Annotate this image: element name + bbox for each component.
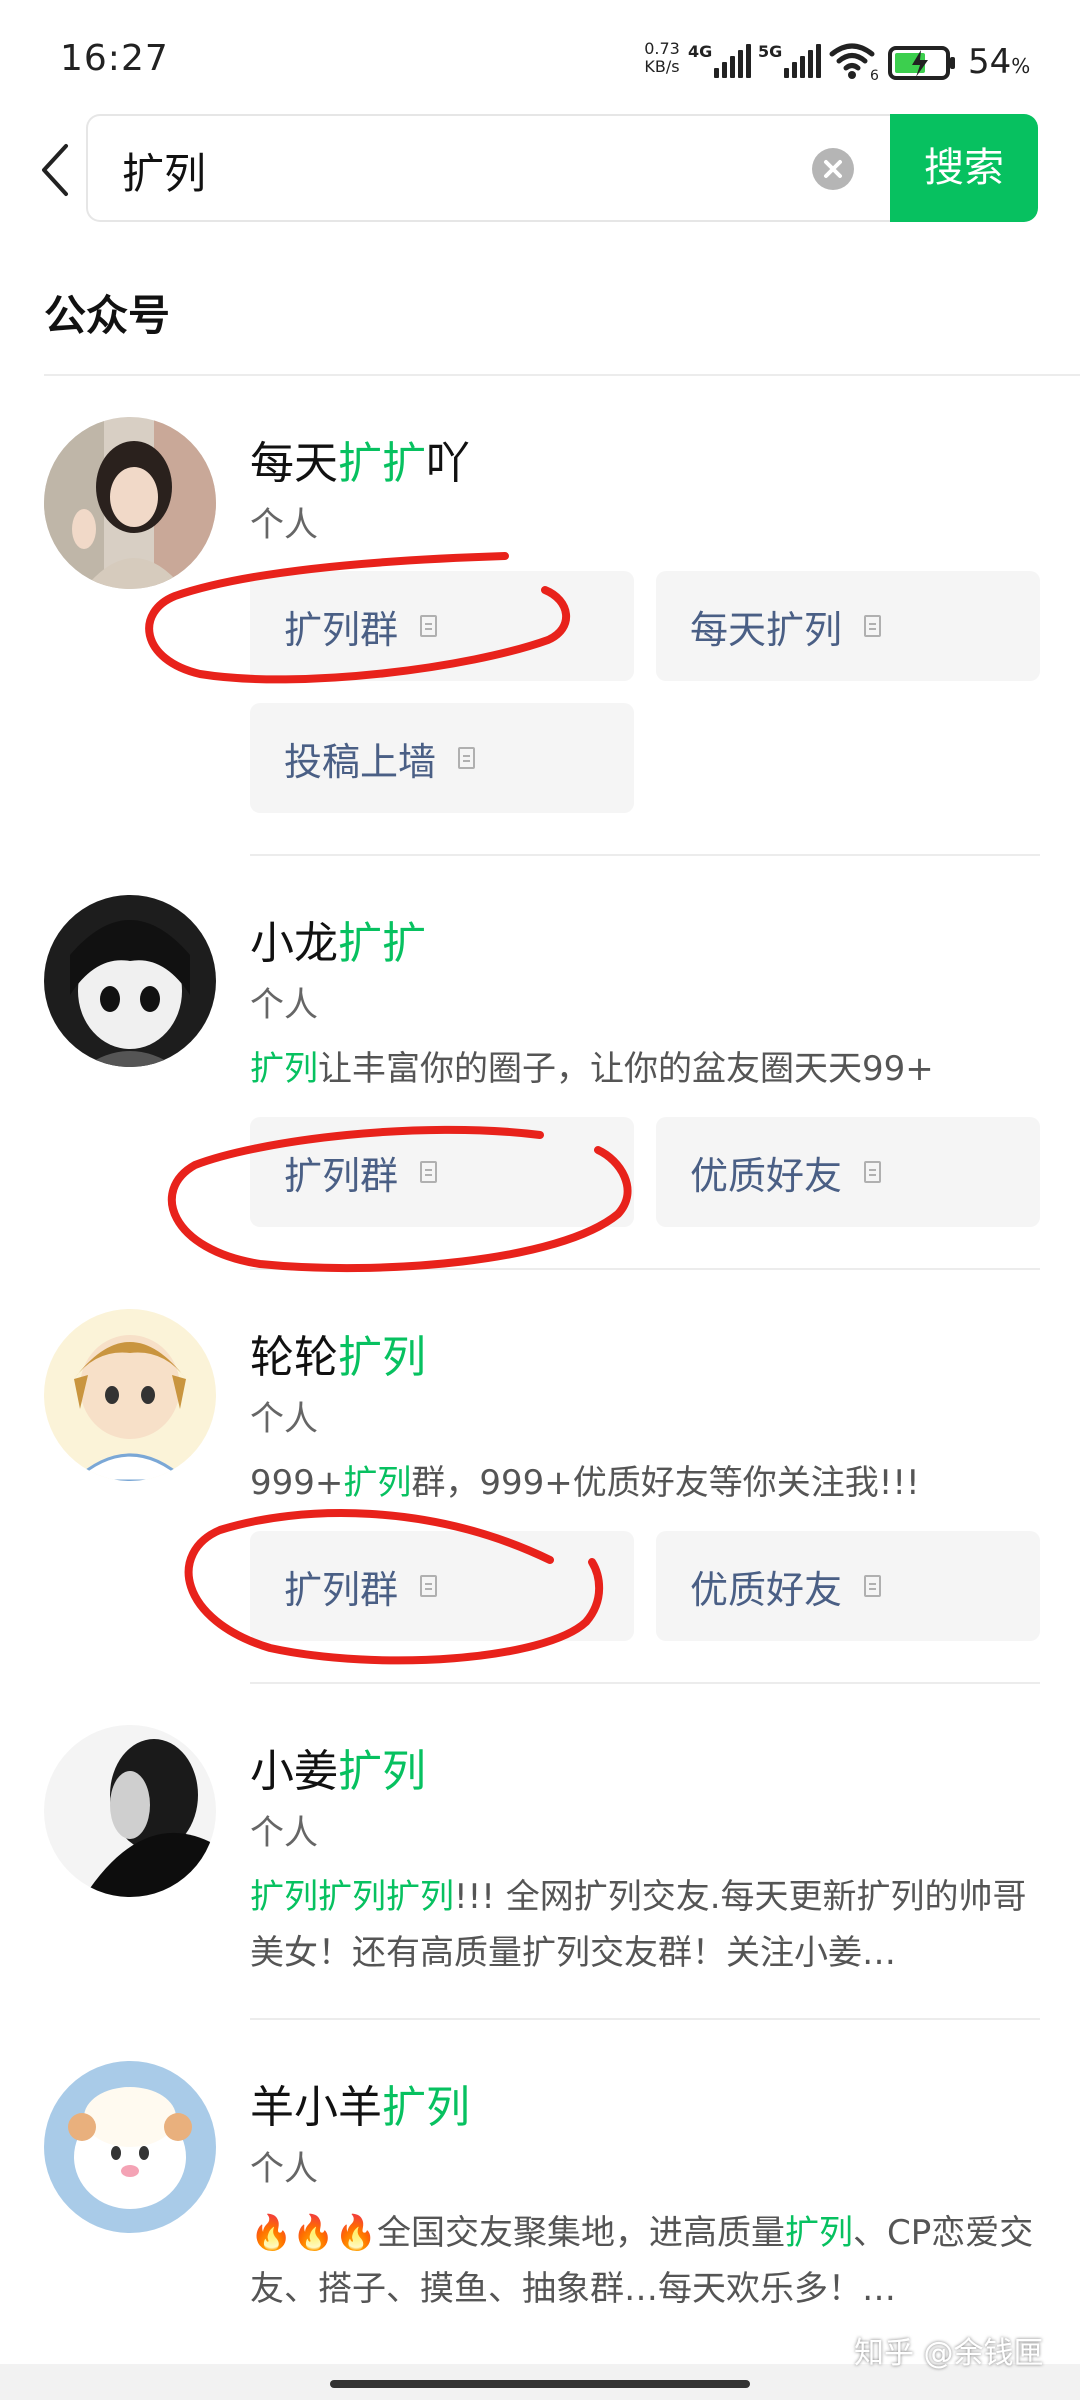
account-description: 🔥🔥🔥全国交友聚集地，进高质量扩列、CP恋爱交友、搭子、摸鱼、抽象群…每天欢乐多… (250, 2205, 1040, 2317)
network-speed-unit: KB/s (644, 57, 680, 76)
document-icon (864, 1161, 882, 1183)
result-item[interactable]: 小姜扩列 个人 扩列扩列扩列!!! 全网扩列交友.每天更新扩列的帅哥美女！还有高… (0, 1713, 1080, 2013)
search-button[interactable]: 搜索 (890, 114, 1038, 222)
battery-percent: 54% (968, 42, 1030, 82)
name-suffix: 吖 (426, 438, 470, 489)
document-icon (420, 1575, 438, 1597)
chip-label: 投稿上墙 (284, 739, 437, 784)
result-item[interactable]: 羊小羊扩列 个人 🔥🔥🔥全国交友聚集地，进高质量扩列、CP恋爱交友、搭子、摸鱼、… (0, 2049, 1080, 2349)
wifi-icon: 6 (829, 43, 879, 82)
battery-value: 54 (968, 42, 1012, 82)
account-type: 个人 (250, 505, 318, 545)
menu-chip[interactable]: 投稿上墙 (250, 703, 634, 813)
avatar[interactable] (44, 1309, 216, 1481)
clear-search-button[interactable] (812, 148, 854, 190)
home-indicator[interactable] (330, 2380, 750, 2388)
avatar-image (44, 1309, 216, 1481)
result-item[interactable]: 小龙扩扩 个人 扩列让丰富你的圈子，让你的盆友圈天天99+ 扩列群 优质好友 (0, 885, 1080, 1265)
name-highlight: 扩扩 (338, 438, 426, 489)
account-type: 个人 (250, 1813, 318, 1853)
menu-chip[interactable]: 每天扩列 (656, 571, 1040, 681)
document-icon (420, 1161, 438, 1183)
avatar-image (44, 1725, 216, 1897)
signal-bars-icon (784, 44, 821, 78)
menu-chip[interactable]: 扩列群 (250, 1117, 634, 1227)
name-highlight: 扩列 (338, 1332, 426, 1383)
chip-label: 每天扩列 (690, 607, 843, 652)
network-speed: 0.73 KB/s (640, 40, 684, 76)
account-name: 轮轮扩列 (250, 1321, 426, 1385)
name-text: 羊小羊 (250, 2082, 382, 2133)
account-name: 小姜扩列 (250, 1735, 426, 1799)
battery-charging-icon (888, 46, 955, 80)
account-description: 扩列扩列扩列!!! 全网扩列交友.每天更新扩列的帅哥美女！还有高质量扩列交友群！… (250, 1869, 1040, 1981)
description-text: 让丰富你的圈子，让你的盆友圈天天99+ (318, 1049, 934, 1089)
avatar[interactable] (44, 1725, 216, 1897)
search-input[interactable]: 扩列 (86, 114, 892, 222)
close-icon (824, 160, 842, 178)
section-divider (44, 374, 1080, 376)
account-name: 小龙扩扩 (250, 907, 426, 971)
name-text: 轮轮 (250, 1332, 338, 1383)
name-text: 每天 (250, 438, 338, 489)
battery-unit: % (1011, 54, 1031, 78)
chip-label: 扩列群 (284, 1567, 399, 1612)
item-divider (250, 1682, 1040, 1684)
document-icon (864, 615, 882, 637)
account-type: 个人 (250, 985, 318, 1025)
sim1-label: 4G (688, 42, 713, 61)
result-item[interactable]: 每天扩扩吖 个人 扩列群 每天扩列 投稿上墙 (0, 405, 1080, 865)
chip-label: 扩列群 (284, 607, 399, 652)
menu-chip[interactable]: 扩列群 (250, 571, 634, 681)
name-highlight: 扩列 (382, 2082, 470, 2133)
account-description: 999+扩列群，999+优质好友等你关注我!!! (250, 1455, 1040, 1511)
chip-label: 扩列群 (284, 1153, 399, 1198)
avatar-image (44, 895, 216, 1067)
account-type: 个人 (250, 2149, 318, 2189)
description-text: 群，999+优质好友等你关注我!!! (411, 1463, 920, 1503)
chip-label: 优质好友 (690, 1153, 843, 1198)
search-query[interactable]: 扩列 (122, 140, 206, 201)
description-highlight: 扩列 (785, 2213, 854, 2253)
avatar[interactable] (44, 417, 216, 589)
avatar[interactable] (44, 895, 216, 1067)
network-speed-value: 0.73 (644, 39, 680, 58)
menu-chip[interactable]: 优质好友 (656, 1531, 1040, 1641)
item-divider (250, 1268, 1040, 1270)
document-icon (420, 615, 438, 637)
name-text: 小龙 (250, 918, 338, 969)
item-divider (250, 2018, 1040, 2020)
account-name: 每天扩扩吖 (250, 427, 470, 491)
account-description: 扩列让丰富你的圈子，让你的盆友圈天天99+ (250, 1041, 1040, 1097)
description-highlight: 扩列 (250, 1049, 318, 1089)
avatar-image (44, 417, 216, 589)
avatar-image (44, 2061, 216, 2233)
menu-chip[interactable]: 优质好友 (656, 1117, 1040, 1227)
wifi-badge: 6 (870, 68, 879, 82)
chip-label: 优质好友 (690, 1567, 843, 1612)
document-icon (864, 1575, 882, 1597)
menu-chip[interactable]: 扩列群 (250, 1531, 634, 1641)
signal-bars-icon (714, 44, 751, 78)
sim2-label: 5G (758, 42, 783, 61)
section-title: 公众号 (44, 291, 171, 340)
account-type: 个人 (250, 1399, 318, 1439)
document-icon (458, 747, 476, 769)
description-prefix: 999+ (250, 1463, 344, 1503)
watermark: 知乎 @余钱匣 (854, 2336, 1044, 2371)
avatar[interactable] (44, 2061, 216, 2233)
result-item[interactable]: 轮轮扩列 个人 999+扩列群，999+优质好友等你关注我!!! 扩列群 优质好… (0, 1299, 1080, 1679)
description-prefix: 🔥🔥🔥全国交友聚集地，进高质量 (250, 2213, 786, 2253)
name-highlight: 扩扩 (338, 918, 426, 969)
item-divider (250, 854, 1040, 856)
description-highlight: 扩列扩列扩列 (250, 1877, 454, 1917)
description-highlight: 扩列 (343, 1463, 412, 1503)
status-time: 16:27 (60, 38, 169, 79)
back-button[interactable] (34, 140, 78, 200)
name-highlight: 扩列 (338, 1746, 426, 1797)
account-name: 羊小羊扩列 (250, 2071, 470, 2135)
name-text: 小姜 (250, 1746, 338, 1797)
